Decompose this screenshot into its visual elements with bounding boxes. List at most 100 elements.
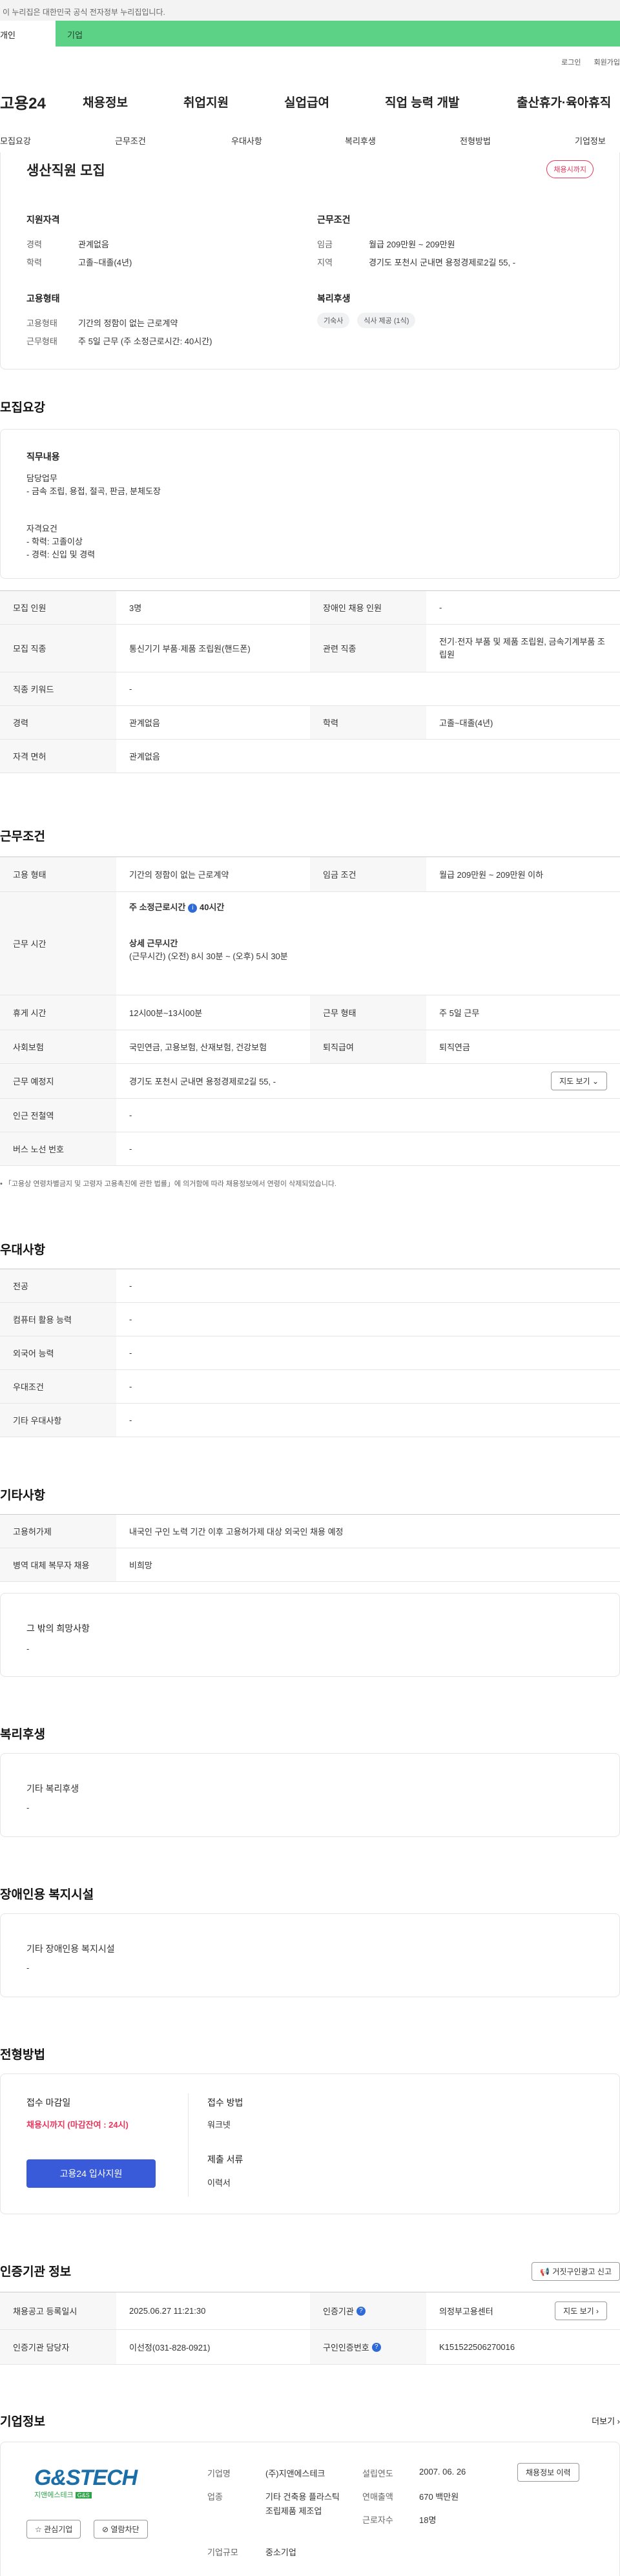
table-row: 기타 우대사항 - (0, 1404, 620, 1437)
table-row: 휴게 시간 12시00분~13시00분 근무 형태 주 5일 근무 (0, 995, 620, 1030)
gov-banner: 이 누리집은 대한민국 공식 전자정부 누리집입니다. (0, 0, 620, 21)
nav-unemployment-benefit[interactable]: 실업급여 (284, 93, 329, 110)
emp-label: 근무형태 (26, 337, 57, 346)
qual-title: 지원자격 (26, 214, 60, 225)
cond-value: 경기도 포천시 군내면 용정경제로2길 55, - (369, 258, 516, 267)
etc-table: 고용허가제 내국인 구인 노력 기간 이후 고용허가제 대상 외국인 채용 예정 … (0, 1514, 620, 1582)
table-row: 경력 관계없음 학력 고졸~대졸(4년) (0, 706, 620, 740)
disability-card: 기타 장애인용 복지시설 - (0, 1913, 620, 1997)
site-tabs: 개인 기업 (0, 21, 620, 47)
recruit-table: 모집 인원 3명 장애인 채용 인원 - 모집 직종 통신기기 부품·제품 조립… (0, 590, 620, 773)
tab-personal[interactable]: 개인 (0, 21, 56, 47)
deadline-badge: 채용시까지 (546, 160, 594, 178)
disability-sub: 기타 장애인용 복지시설 (26, 1944, 115, 1954)
work-table: 고용 형태 기간의 정함이 없는 근로계약 임금 조건 월급 209만원 ~ 2… (0, 857, 620, 1166)
subnav-work[interactable]: 근무조건 (115, 134, 146, 147)
subnav-welfare[interactable]: 복리후생 (345, 134, 376, 147)
table-row: 모집 직종 통신기기 부품·제품 조립원(핸드폰) 관련 직종 전기·전자 부품… (0, 625, 620, 672)
table-row: 인증기관 담당자 이선정(031-828-0921) 구인인증번호? K1515… (0, 2330, 620, 2365)
subnav-recruit[interactable]: 모집요강 (0, 134, 31, 147)
company-logo-main: G&STECH (34, 2466, 138, 2490)
tab-company[interactable]: 기업 (56, 21, 620, 47)
welfare-card: 기타 복리후생 - (0, 1753, 620, 1837)
auth-map-button[interactable]: 지도 보기 › (555, 2301, 607, 2320)
deadline-label: 접수 마감일 (26, 2097, 71, 2108)
company-logo-sub: 지앤에스테크 G&S (34, 2489, 161, 2500)
utility-links: 로그인 회원가입 (561, 57, 620, 67)
qual-value: 고졸~대졸(4년) (78, 258, 132, 267)
nav-parental-leave[interactable]: 출산휴가·육아휴직 (517, 93, 611, 110)
star-icon: ☆ (35, 2525, 42, 2534)
section-nav: 모집요강 근무조건 우대사항 복리후생 전형방법 기업정보 (0, 128, 620, 154)
company-name-label: 기업명 (207, 2469, 231, 2478)
signup-link[interactable]: 회원가입 (594, 57, 620, 67)
table-row: 고용 형태 기간의 정함이 없는 근로계약 임금 조건 월급 209만원 ~ 2… (0, 857, 620, 892)
jobs-history-button[interactable]: 채용정보 이력 (517, 2463, 579, 2482)
main-nav: 고용24 채용정보 취업지원 실업급여 직업 능력 개발 출산휴가·육아휴직 (0, 90, 620, 113)
founded-value: 2007. 06. 26 (419, 2467, 466, 2477)
login-link[interactable]: 로그인 (561, 57, 581, 67)
subnav-selection[interactable]: 전형방법 (460, 134, 491, 147)
table-row: 채용공고 등록일시 2025.06.27 11:21:30 인증기관? 의정부고… (0, 2292, 620, 2330)
other-value: - (26, 1644, 30, 1654)
company-name-value: (주)지앤에스테크 (265, 2469, 326, 2478)
qual-label: 학력 (26, 258, 42, 267)
table-row: 버스 노선 번호 - (0, 1132, 620, 1166)
report-button[interactable]: 📢 거짓구인광고 신고 (532, 2262, 620, 2281)
welfare-sub: 기타 복리후생 (26, 1783, 79, 1794)
chevron-right-icon: › (596, 2307, 599, 2316)
nav-employment-support[interactable]: 취업지원 (183, 93, 229, 110)
subnav-company[interactable]: 기업정보 (575, 134, 606, 147)
auth-section-title: 인증기관 정보 (0, 2265, 72, 2279)
sales-label: 연매출액 (362, 2492, 393, 2502)
map-button[interactable]: 지도 보기 ⌄ (551, 1072, 607, 1090)
work-section-title: 근무조건 (0, 830, 45, 844)
welfare-section-title: 복리후생 (0, 1728, 45, 1741)
hours-detail-title: 상세 근무시간 (129, 939, 178, 948)
summary-card: 생산직원 모집 채용시까지 지원자격 경력 관계없음 학력 고졸~대졸(4년) … (0, 152, 620, 369)
nav-vocational-training[interactable]: 직업 능력 개발 (385, 93, 459, 110)
table-row: 인근 전철역 - (0, 1099, 620, 1132)
etc-other-card: 그 밖의 희망사항 - (0, 1593, 620, 1677)
docs-label: 제출 서류 (207, 2154, 243, 2165)
emp-label: 고용형태 (26, 318, 57, 328)
table-row: 근무 시간 주 소정근로시간 i 40시간 상세 근무시간 (근무시간) (오전)… (0, 892, 620, 995)
table-row: 사회보험 국민연금, 고용보험, 산재보험, 건강보험 퇴직급여 퇴직연금 (0, 1030, 620, 1064)
table-row: 우대조건 - (0, 1370, 620, 1404)
table-row: 자격 면허 관계없음 (0, 740, 620, 773)
industry-value: 기타 건축용 플라스틱 조립제품 제조업 (265, 2492, 340, 2516)
welfare-title: 복리후생 (317, 293, 351, 304)
block-button[interactable]: ⊘ 열람차단 (94, 2520, 148, 2539)
interest-button[interactable]: ☆ 관심기업 (26, 2520, 81, 2539)
company-more-link[interactable]: 더보기 › (592, 2415, 620, 2427)
job-req-text: 자격요건 - 학력: 고졸이상 - 경력: 신입 및 경력 (26, 524, 96, 559)
info-icon[interactable]: ? (371, 2342, 381, 2352)
welfare-chip: 기숙사 (317, 313, 350, 328)
nav-jobs[interactable]: 채용정보 (83, 93, 128, 110)
other-title: 그 밖의 희망사항 (26, 1623, 90, 1634)
company-logo: G&STECH 지앤에스테크 G&S (34, 2466, 161, 2500)
site-logo[interactable]: 고용24 (0, 90, 46, 113)
subnav-pref[interactable]: 우대사항 (231, 134, 262, 147)
founded-label: 설립연도 (362, 2469, 393, 2478)
table-row: 컴퓨터 활용 능력 - (0, 1303, 620, 1336)
job-desc-text: 담당업무 - 금속 조립, 용접, 절곡, 판금, 분체도장 (26, 473, 161, 496)
recruit-section-title: 모집요강 (0, 401, 45, 415)
weekly-hours-value: 40시간 (199, 902, 225, 912)
employees-value: 18명 (419, 2515, 437, 2525)
company-card: G&STECH 지앤에스테크 G&S ☆ 관심기업 ⊘ 열람차단 기업명 (주)… (0, 2442, 620, 2576)
location-value: 경기도 포천시 군내면 용정경제로2길 55, - (129, 1077, 276, 1086)
emp-value: 기간의 정함이 없는 근로계약 (78, 318, 178, 328)
selection-section-title: 전형방법 (0, 2048, 45, 2062)
table-row: 직종 키워드 - (0, 672, 620, 706)
method-label: 접수 방법 (207, 2097, 243, 2108)
info-icon[interactable]: i (188, 903, 198, 913)
qual-label: 경력 (26, 240, 42, 249)
info-icon[interactable]: ? (356, 2306, 366, 2316)
weekly-hours-label: 주 소정근로시간 (129, 902, 186, 912)
age-notice: • 「고용상 연령차별금지 및 고령자 고용촉진에 관한 법률」에 의거함에 따… (0, 1180, 336, 1188)
apply-button[interactable]: 고용24 입사지원 (26, 2159, 156, 2188)
qual-value: 관계없음 (78, 240, 109, 249)
job-desc-card: 직무내용 담당업무 - 금속 조립, 용접, 절곡, 판금, 분체도장 자격요건… (0, 429, 620, 579)
disability-section-title: 장애인용 복지시설 (0, 1888, 94, 1902)
